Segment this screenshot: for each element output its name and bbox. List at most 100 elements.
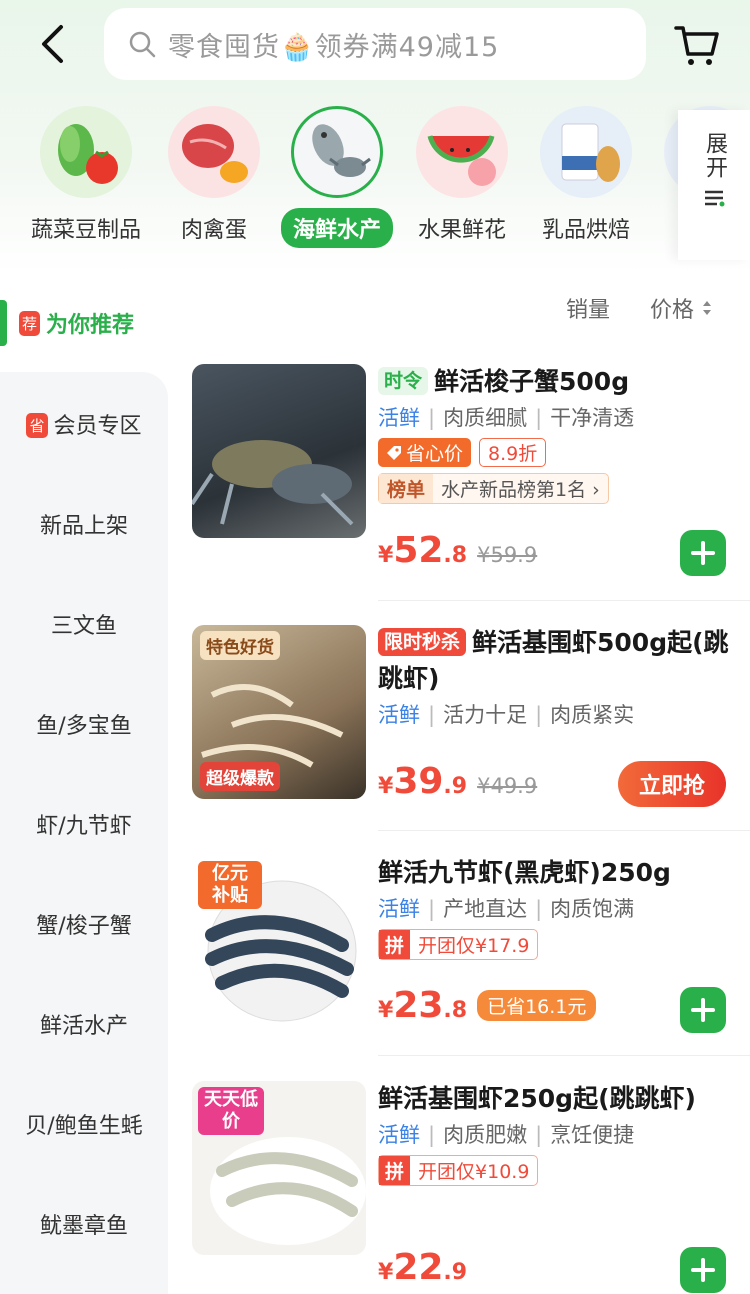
group-label: 拼 (379, 930, 411, 959)
product-attributes: 活鲜 | 肉质细腻 | 干净清透 (378, 406, 635, 430)
list-icon (705, 190, 725, 207)
sidebar-item-shellfish[interactable]: 贝/鲍鱼生蚝 (0, 1108, 168, 1140)
subsidy-badge: 亿元补贴 (198, 861, 262, 909)
price-integer: 39 (393, 761, 444, 802)
product-info: 限时秒杀 鲜活基围虾500g起(跳跳虾) 活鲜 | 活力十足 | 肉质紧实 (378, 625, 740, 729)
product-title: 鲜活基围虾250g起(跳跳虾) (378, 1084, 696, 1113)
add-to-cart-button[interactable] (680, 530, 726, 576)
category-meat[interactable]: 肉禽蛋 (154, 100, 274, 244)
product-image (192, 364, 366, 538)
search-bar[interactable]: 零食囤货🧁领券满49减15 (104, 8, 646, 80)
sidebar-recommend[interactable]: 荐 为你推荐 (0, 298, 170, 348)
category-label: 蔬菜豆制品 (30, 218, 141, 243)
attr-highlight: 活鲜 (378, 897, 420, 921)
sidebar-item-crab[interactable]: 蟹/梭子蟹 (0, 908, 168, 940)
sidebar-item-label: 蟹/梭子蟹 (36, 914, 132, 939)
group-buy-badge: 拼 开团仅¥17.9 (378, 929, 539, 960)
category-vegetables[interactable]: 蔬菜豆制品 (26, 100, 146, 244)
product-title: 鲜活九节虾(黑虎虾)250g (378, 858, 671, 887)
product-price: ¥39.9 ¥49.9 (378, 761, 537, 802)
seafood-image (291, 106, 383, 198)
product-price: ¥52.8 ¥59.9 (378, 530, 537, 571)
product-card[interactable]: 天天低价 鲜活基围虾250g起(跳跳虾) 活鲜 | 肉质肥嫩 | 烹饪便捷 拼 开团仅¥… (192, 1081, 750, 1294)
low-price-badge: 天天低价 (198, 1087, 264, 1135)
attr: 活力十足 (443, 703, 528, 727)
product-card[interactable]: 特色好货 超级爆款 限时秒杀 鲜活基围虾500g起(跳跳虾) 活鲜 | 活力十足 | 肉质… (192, 625, 750, 825)
category-fruit[interactable]: 水果鲜花 (402, 100, 522, 244)
top-header: 零食囤货🧁领券满49减15 蔬菜豆制品 肉禽蛋 海鲜水产 水果鲜花 乳品烘焙 展… (0, 0, 750, 275)
product-info: 时令 鲜活梭子蟹500g 活鲜 | 肉质细腻 | 干净清透 省心价 8.9折 榜单 水产新… (378, 364, 740, 504)
active-indicator (0, 300, 7, 346)
product-info: 鲜活基围虾250g起(跳跳虾) 活鲜 | 肉质肥嫩 | 烹饪便捷 拼 开团仅¥10.9 (378, 1081, 740, 1186)
product-image: 天天低价 (192, 1081, 366, 1255)
chevron-left-icon (42, 25, 63, 63)
sort-bar: 销量 价格 (566, 292, 712, 324)
sidebar-item-fish[interactable]: 鱼/多宝鱼 (0, 708, 168, 740)
promo-chip: 省心价 (378, 438, 472, 467)
sidebar-item-label: 会员专区 (53, 414, 142, 439)
product-price: ¥23.8 已省16.1元 (378, 985, 597, 1026)
product-card[interactable]: 亿元补贴 鲜活九节虾(黑虎虾)250g 活鲜 | 产地直达 | 肉质饱满 拼 开团仅¥1… (192, 855, 750, 1045)
category-row: 蔬菜豆制品 肉禽蛋 海鲜水产 水果鲜花 乳品烘焙 (0, 100, 750, 260)
sidebar: 省会员专区 新品上架 三文鱼 鱼/多宝鱼 虾/九节虾 蟹/梭子蟹 鲜活水产 贝/… (0, 372, 168, 1294)
season-tag: 时令 (378, 367, 429, 395)
sort-price-label: 价格 (650, 298, 695, 323)
currency-symbol: ¥ (378, 998, 394, 1023)
rank-label: 榜单 (379, 474, 434, 503)
group-label: 拼 (379, 1156, 411, 1185)
product-attributes: 活鲜 | 产地直达 | 肉质饱满 (378, 897, 635, 921)
promo-chip-label: 省心价 (406, 443, 464, 465)
category-label: 肉禽蛋 (180, 218, 247, 243)
sort-price[interactable]: 价格 (650, 292, 712, 324)
divider (378, 830, 750, 831)
sort-arrows-icon (703, 301, 712, 315)
product-attributes: 活鲜 | 肉质肥嫩 | 烹饪便捷 (378, 1123, 635, 1147)
attr-highlight: 活鲜 (378, 406, 420, 430)
sort-sales[interactable]: 销量 (566, 292, 610, 324)
attr-highlight: 活鲜 (378, 1123, 420, 1147)
sidebar-item-squid[interactable]: 鱿墨章鱼 (0, 1208, 168, 1240)
product-title: 时令 鲜活梭子蟹500g (378, 364, 740, 400)
currency-symbol: ¥ (378, 543, 394, 568)
attr: 肉质肥嫩 (443, 1123, 528, 1147)
dairy-image (540, 106, 632, 198)
promo-row: 省心价 8.9折 (378, 438, 740, 467)
attr: 肉质细腻 (443, 406, 528, 430)
category-label: 水果鲜花 (417, 218, 506, 243)
price-decimal: .9 (443, 1260, 468, 1285)
rank-badge[interactable]: 榜单 水产新品榜第1名 › (378, 473, 609, 504)
attr: 烹饪便捷 (550, 1123, 635, 1147)
category-label: 海鲜水产 (280, 208, 393, 248)
search-icon (129, 31, 156, 58)
sidebar-item-shrimp[interactable]: 虾/九节虾 (0, 808, 168, 840)
cart-button[interactable] (672, 20, 722, 70)
price-decimal: .9 (443, 774, 468, 799)
add-to-cart-button[interactable] (680, 987, 726, 1033)
original-price: ¥59.9 (477, 543, 538, 567)
divider (378, 600, 750, 601)
flash-sale-tag: 限时秒杀 (378, 628, 467, 656)
sidebar-item-new[interactable]: 新品上架 (0, 508, 168, 540)
expand-label: 展开 (702, 132, 727, 180)
tag-icon (387, 445, 401, 460)
price-integer: 23 (393, 985, 444, 1026)
saved-badge: 已省16.1元 (477, 990, 597, 1021)
sidebar-item-salmon[interactable]: 三文鱼 (0, 608, 168, 640)
product-card[interactable]: 时令 鲜活梭子蟹500g 活鲜 | 肉质细腻 | 干净清透 省心价 8.9折 榜单 水产新… (192, 364, 750, 594)
rank-text: 水产新品榜第1名 › (441, 479, 600, 501)
category-seafood[interactable]: 海鲜水产 (277, 100, 397, 248)
divider (378, 1055, 750, 1056)
meat-image (168, 106, 260, 198)
sidebar-item-live[interactable]: 鲜活水产 (0, 1008, 168, 1040)
category-dairy[interactable]: 乳品烘焙 (526, 100, 646, 244)
expand-button[interactable]: 展开 (678, 110, 750, 260)
add-to-cart-button[interactable] (680, 1247, 726, 1293)
attr: 肉质紧实 (550, 703, 635, 727)
group-text: 开团仅¥10.9 (418, 1161, 530, 1183)
attr-highlight: 活鲜 (378, 703, 420, 727)
product-attributes: 活鲜 | 活力十足 | 肉质紧实 (378, 703, 635, 727)
back-button[interactable] (30, 22, 74, 66)
plus-icon (691, 998, 715, 1022)
sidebar-item-member[interactable]: 省会员专区 (0, 408, 168, 440)
buy-now-button[interactable]: 立即抢 (618, 761, 726, 807)
